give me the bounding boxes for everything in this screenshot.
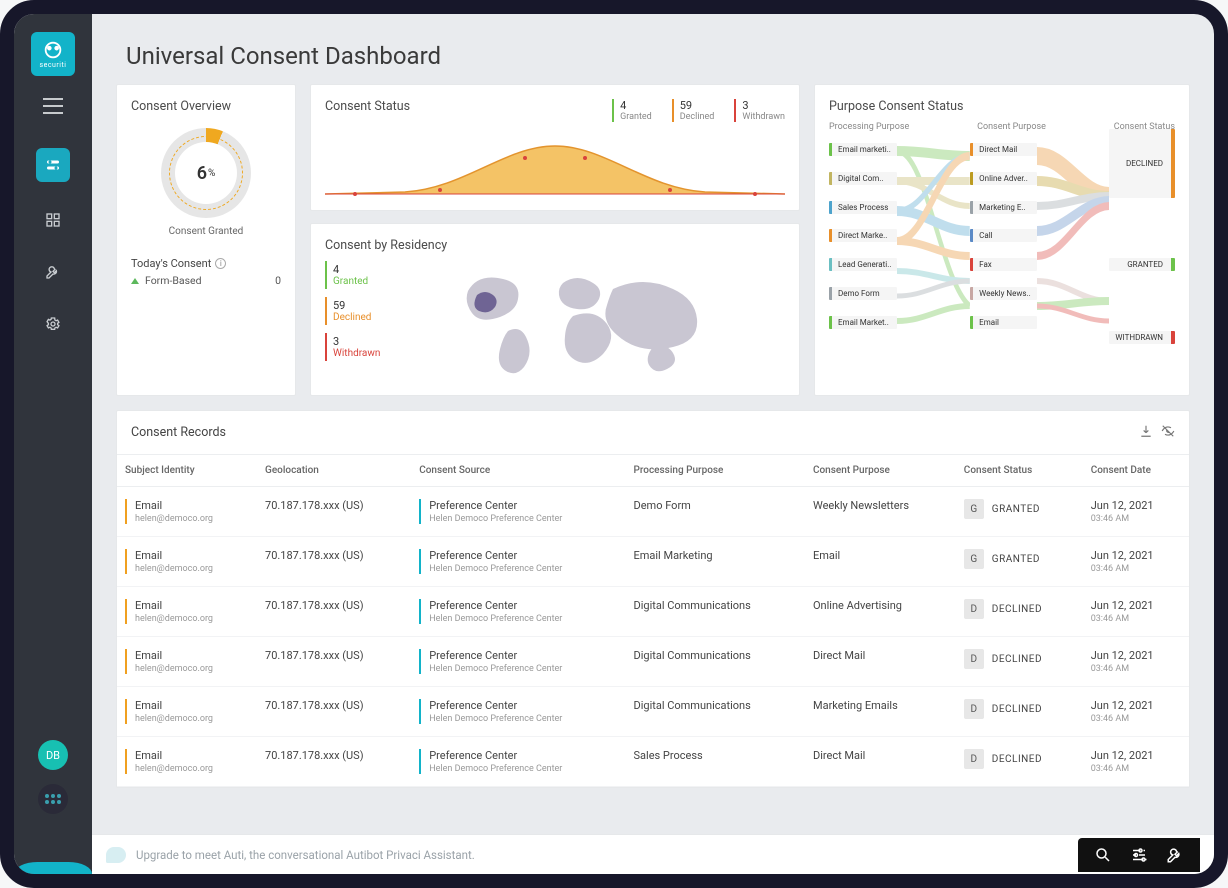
sankey-node[interactable]: WITHDRAWN bbox=[1109, 331, 1175, 344]
consent-overview-card: Consent Overview 6% Consent Granted Toda… bbox=[116, 84, 296, 396]
consent-gauge: 6% bbox=[161, 128, 251, 218]
avatar[interactable]: DB bbox=[38, 740, 68, 770]
footer-text: Upgrade to meet Auti, the conversational… bbox=[136, 848, 1068, 862]
sankey-node[interactable]: Email bbox=[970, 316, 1037, 329]
brand-name: securiti bbox=[40, 61, 67, 69]
chat-bubble-icon[interactable] bbox=[106, 847, 126, 863]
sankey-node[interactable]: Call bbox=[970, 229, 1037, 242]
table-row[interactable]: Emailhelen@democo.org70.187.178.xxx (US)… bbox=[117, 487, 1189, 537]
nav-item-settings[interactable] bbox=[39, 310, 67, 338]
sankey-node[interactable]: Digital Com.. bbox=[829, 172, 897, 185]
menu-toggle-button[interactable] bbox=[43, 98, 63, 114]
table-header[interactable]: Geolocation bbox=[257, 455, 411, 487]
purpose-consent-sankey-card: Purpose Consent Status Processing Purpos… bbox=[814, 84, 1190, 396]
sankey-node[interactable]: Demo Form bbox=[829, 287, 897, 300]
visibility-off-icon[interactable] bbox=[1161, 423, 1175, 442]
nav-item-tools[interactable] bbox=[39, 258, 67, 286]
card-title: Consent Overview bbox=[131, 99, 231, 114]
card-title: Consent Records bbox=[131, 425, 226, 440]
sankey-node[interactable]: Fax bbox=[970, 258, 1037, 271]
assistant-footer: Upgrade to meet Auti, the conversational… bbox=[92, 834, 1214, 874]
records-table: Subject IdentityGeolocationConsent Sourc… bbox=[117, 455, 1189, 787]
info-icon[interactable]: i bbox=[215, 258, 226, 269]
residency-kpi: 59Declined bbox=[325, 297, 380, 325]
sankey-node[interactable]: Online Adver.. bbox=[970, 172, 1037, 185]
table-header[interactable]: Consent Purpose bbox=[805, 455, 956, 487]
nav-item-consent[interactable] bbox=[36, 148, 70, 182]
consent-status-card: Consent Status 4Granted 59Declined 3Withdr… bbox=[310, 84, 800, 211]
sankey-node[interactable]: Email Market.. bbox=[829, 316, 897, 329]
card-title: Consent Status bbox=[325, 99, 410, 114]
world-map bbox=[453, 261, 713, 381]
table-row[interactable]: Emailhelen@democo.org70.187.178.xxx (US)… bbox=[117, 737, 1189, 787]
table-row[interactable]: Emailhelen@democo.org70.187.178.xxx (US)… bbox=[117, 537, 1189, 587]
table-header[interactable]: Consent Source bbox=[411, 455, 625, 487]
sankey-node[interactable]: Sales Process bbox=[829, 201, 897, 214]
sankey-node[interactable]: Weekly News.. bbox=[970, 287, 1037, 300]
status-kpis: 4Granted 59Declined 3Withdrawn bbox=[612, 99, 785, 122]
sankey-node[interactable]: Marketing E.. bbox=[970, 201, 1037, 214]
nav-item-dashboard[interactable] bbox=[39, 206, 67, 234]
today-consent-label: Today's Consent bbox=[131, 257, 211, 270]
table-row[interactable]: Emailhelen@democo.org70.187.178.xxx (US)… bbox=[117, 587, 1189, 637]
sidebar: securiti DB bbox=[14, 14, 92, 874]
table-header[interactable]: Processing Purpose bbox=[626, 455, 805, 487]
main-content: Universal Consent Dashboard Consent Over… bbox=[92, 14, 1214, 874]
gauge-label: Consent Granted bbox=[169, 226, 244, 237]
status-kpi: 4Granted bbox=[612, 99, 652, 122]
residency-kpi: 3Withdrawn bbox=[325, 333, 380, 361]
residency-kpi: 4Granted bbox=[325, 261, 380, 289]
brand-logo[interactable]: securiti bbox=[31, 32, 75, 76]
consent-residency-card: Consent by Residency 4Granted 59Declined 3… bbox=[310, 223, 800, 396]
residency-kpis: 4Granted 59Declined 3Withdrawn bbox=[325, 261, 380, 381]
sankey-node[interactable]: Email marketi.. bbox=[829, 143, 897, 156]
table-header[interactable]: Consent Date bbox=[1083, 455, 1189, 487]
search-icon[interactable] bbox=[1094, 846, 1112, 864]
consent-records-card: Consent Records Subject IdentityGeolocat… bbox=[116, 410, 1190, 788]
sankey-node[interactable]: Direct Mail bbox=[970, 143, 1037, 156]
trend-up-icon bbox=[131, 278, 139, 284]
status-kpi: 59Declined bbox=[672, 99, 715, 122]
status-area-chart bbox=[325, 136, 785, 196]
card-title: Purpose Consent Status bbox=[829, 99, 1175, 114]
sidebar-accent bbox=[14, 862, 92, 874]
table-header[interactable]: Subject Identity bbox=[117, 455, 257, 487]
status-kpi: 3Withdrawn bbox=[734, 99, 785, 122]
table-row[interactable]: Emailhelen@democo.org70.187.178.xxx (US)… bbox=[117, 687, 1189, 737]
app-launcher-button[interactable] bbox=[38, 784, 68, 814]
sankey-node[interactable]: Lead Generati.. bbox=[829, 258, 897, 271]
sankey-node[interactable]: DECLINED bbox=[1109, 129, 1175, 198]
card-title: Consent by Residency bbox=[325, 238, 785, 253]
sliders-icon[interactable] bbox=[1130, 846, 1148, 864]
tools-icon[interactable] bbox=[1166, 846, 1184, 864]
sankey-node[interactable]: Direct Marke.. bbox=[829, 229, 897, 242]
download-icon[interactable] bbox=[1139, 423, 1153, 442]
table-header[interactable]: Consent Status bbox=[956, 455, 1083, 487]
table-row[interactable]: Emailhelen@democo.org70.187.178.xxx (US)… bbox=[117, 637, 1189, 687]
sankey-node[interactable]: GRANTED bbox=[1109, 258, 1175, 271]
page-title: Universal Consent Dashboard bbox=[92, 14, 1214, 84]
